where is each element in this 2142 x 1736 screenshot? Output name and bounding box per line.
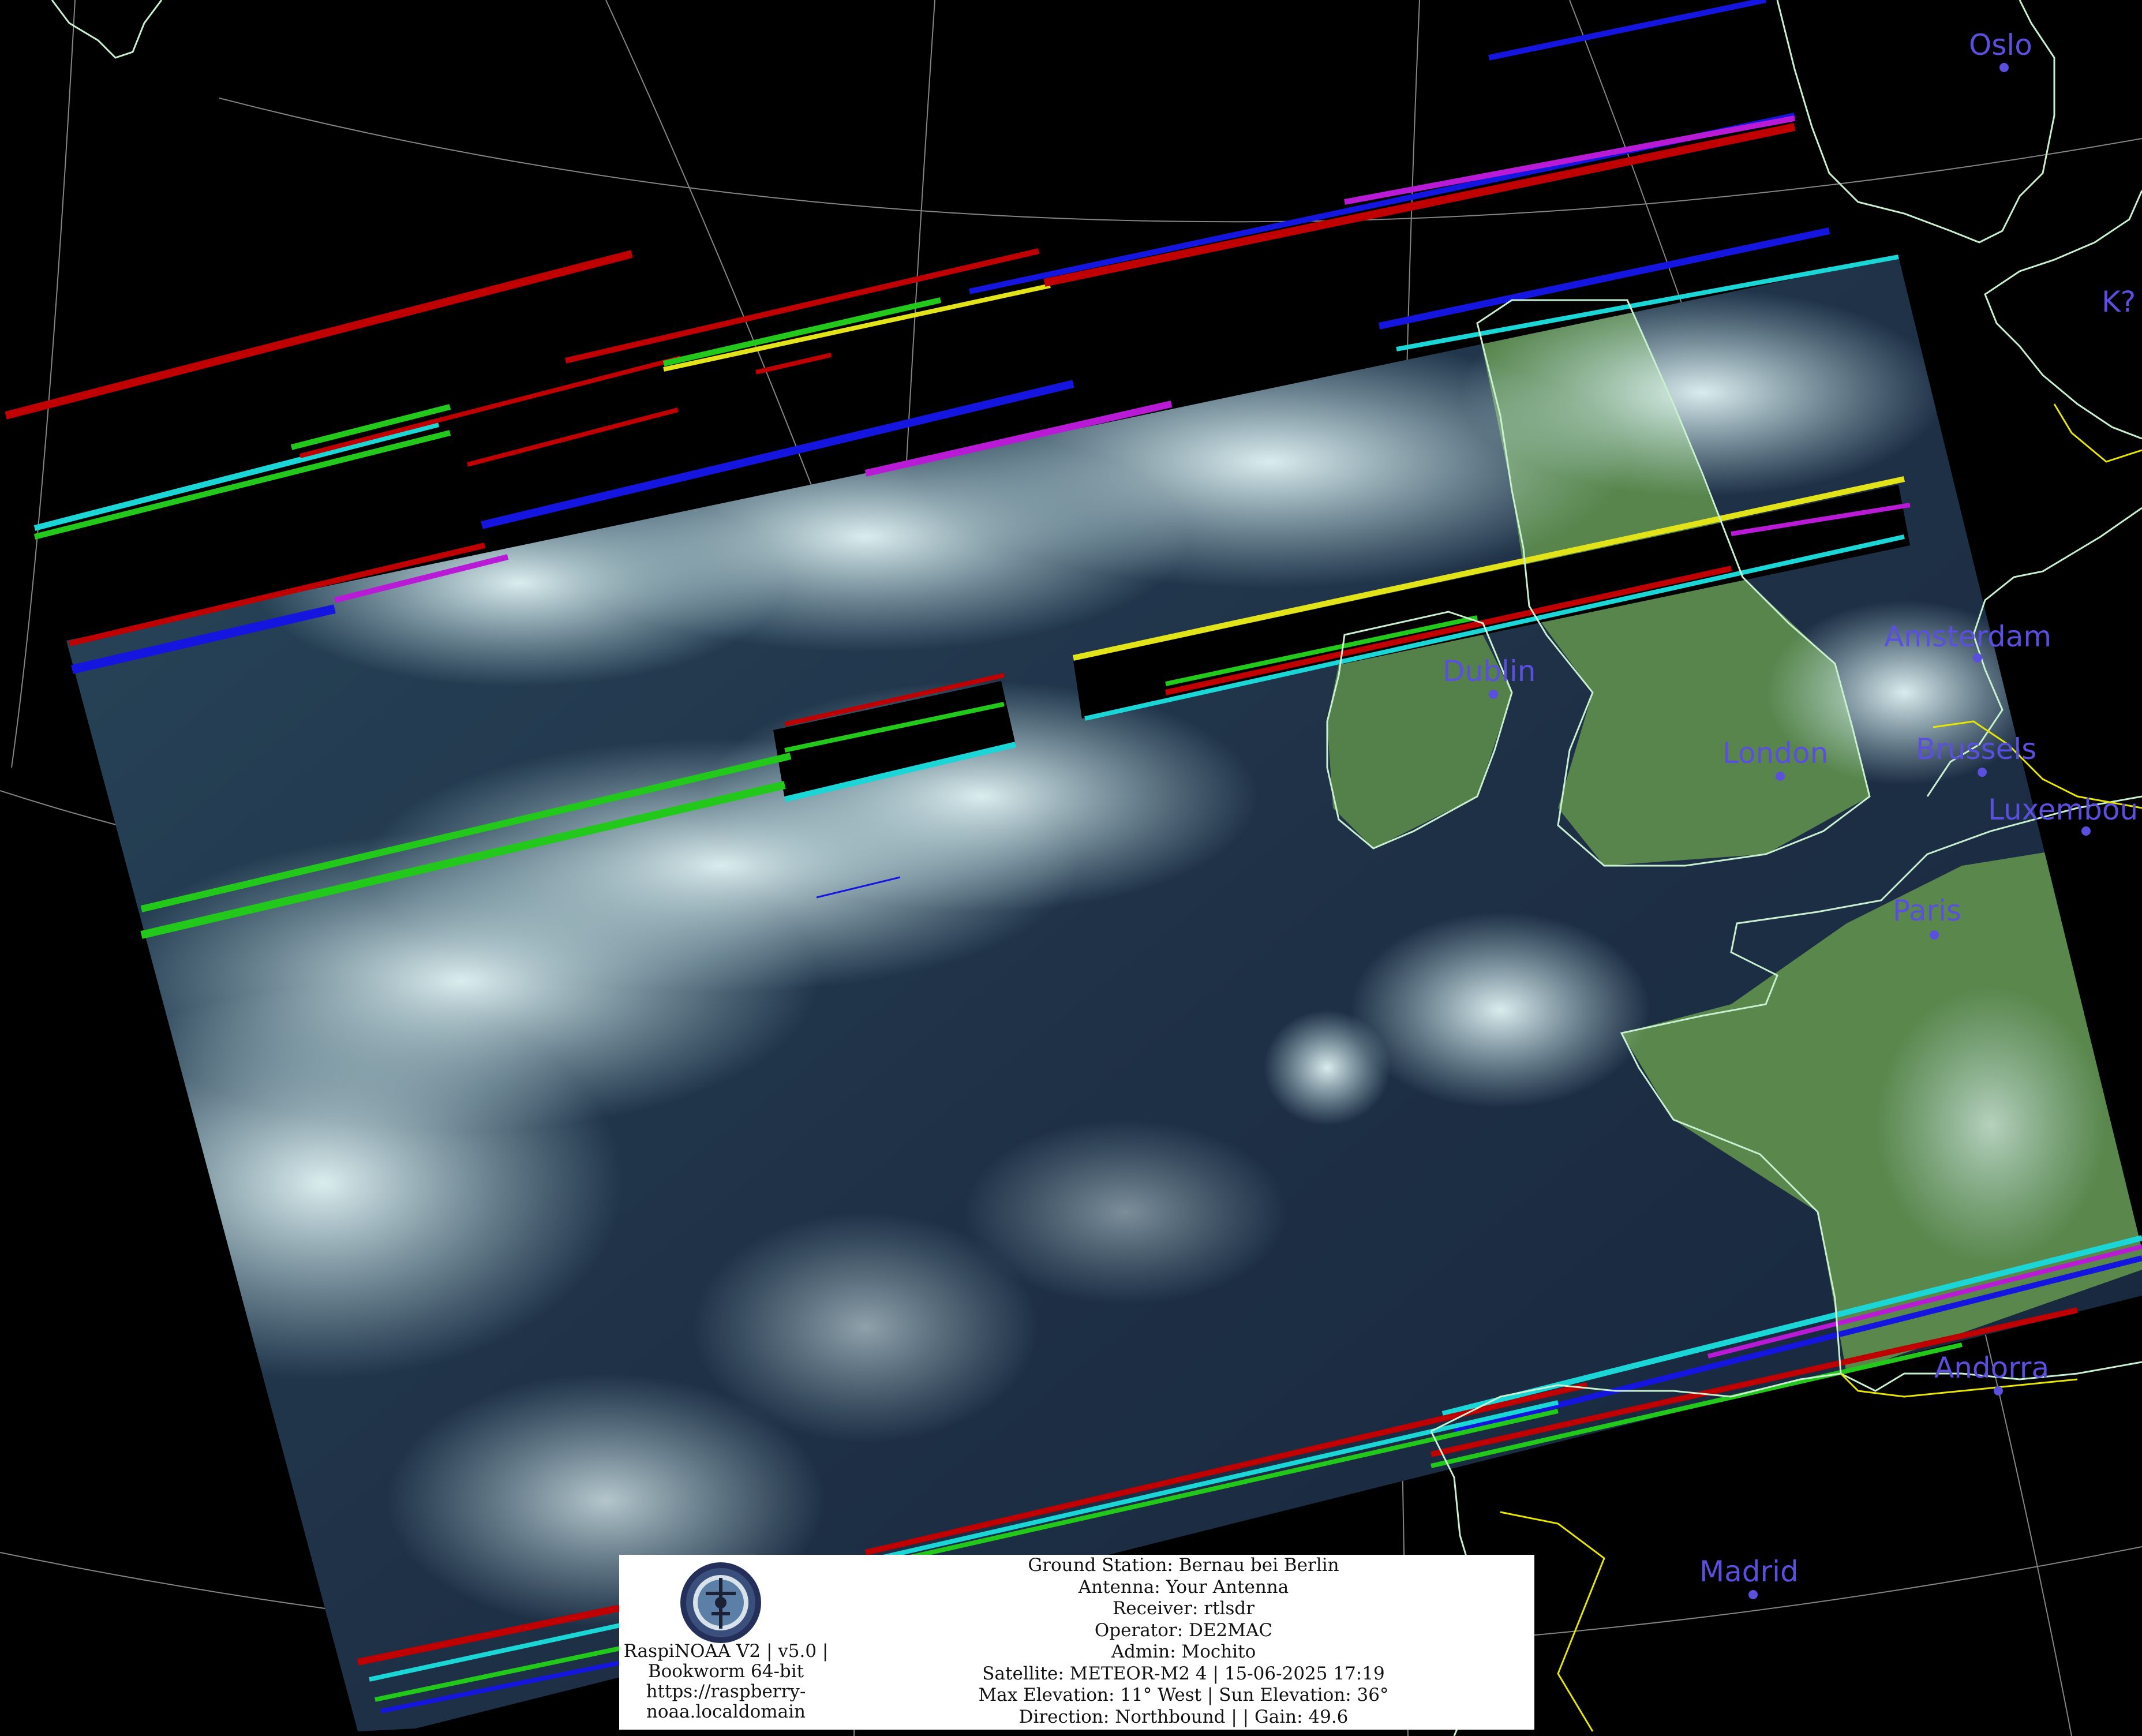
city-madrid: Madrid [1699,1555,1799,1599]
antenna-text: Antenna: Your Antenna [1078,1576,1289,1597]
receiver-text: Receiver: rtlsdr [1112,1598,1255,1619]
software-line-1: RaspiNOAA V2 | v5.0 | [623,1641,829,1662]
svg-text:Dublin: Dublin [1443,654,1536,688]
city-k: K? [2102,285,2136,319]
satellite-text: Satellite: METEOR-M2 4 | 15-06-2025 17:1… [982,1663,1385,1684]
city-oslo: Oslo [1969,28,2032,72]
svg-text:K?: K? [2102,285,2136,319]
software-line-3: https://raspberry- [646,1681,806,1702]
svg-text:Oslo: Oslo [1969,28,2032,62]
svg-text:Madrid: Madrid [1699,1555,1799,1588]
svg-text:Luxembou: Luxembou [1988,793,2138,826]
svg-text:Amsterdam: Amsterdam [1884,620,2051,653]
ground-station-text: Ground Station: Bernau bei Berlin [1028,1555,1339,1576]
software-version-text: RaspiNOAA V2 | v5.0 | Bookworm 64-bit ht… [619,1641,833,1722]
svg-text:Brussels: Brussels [1916,732,2036,766]
raspinoaa-logo [680,1562,762,1644]
software-line-2: Bookworm 64-bit [647,1661,804,1682]
direction-gain-text: Direction: Northbound | | Gain: 49.6 [1018,1706,1349,1727]
station-info: Ground Station: Bernau bei Berlin Antenn… [833,1555,1534,1728]
svg-text:London: London [1722,736,1828,770]
software-line-4: noaa.localdomain [646,1701,806,1722]
satellite-map: Oslo K? Amsterdam Dublin London Brussels… [0,0,2142,1736]
operator-text: Operator: DE2MAC [1094,1619,1273,1641]
city-andorra: Andorra [1934,1351,2049,1395]
software-info: RaspiNOAA V2 | v5.0 | Bookworm 64-bit ht… [619,1555,833,1730]
svg-text:Paris: Paris [1893,894,1961,927]
elevation-text: Max Elevation: 11° West | Sun Elevation:… [978,1685,1389,1705]
info-panel: RaspiNOAA V2 | v5.0 | Bookworm 64-bit ht… [619,1555,1534,1730]
svg-text:Andorra: Andorra [1934,1351,2049,1385]
admin-text: Admin: Mochito [1111,1641,1256,1662]
